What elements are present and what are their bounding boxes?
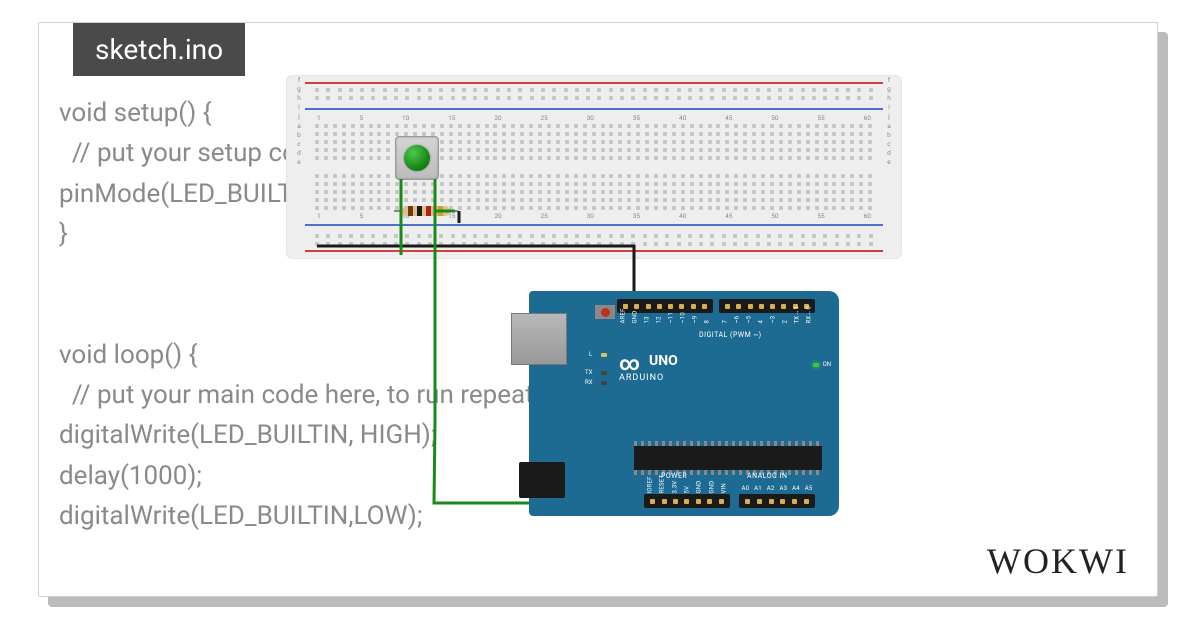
breadboard[interactable]: 151015202530354045505560 151015202530354… <box>286 75 902 259</box>
reset-button[interactable] <box>595 305 615 319</box>
digital-section-label: DIGITAL (PWM ~) <box>699 331 762 339</box>
power-rail-top-neg <box>305 108 883 110</box>
power-rail-top-pos <box>305 82 883 84</box>
resistor-band <box>417 206 422 216</box>
board-model-label: UNO <box>649 353 678 369</box>
usb-port <box>511 313 567 365</box>
row-letters: fghij <box>295 76 303 120</box>
editor-card: sketch.ino void setup() { // put your se… <box>38 22 1158 597</box>
row-letters: fghij <box>885 76 893 120</box>
row-letters: abcde <box>295 122 303 166</box>
code-line: digitalWrite(LED_BUILTIN,LOW); <box>59 501 422 531</box>
arduino-logo-icon: ∞ <box>619 351 640 375</box>
pin-labels-top-left: AREFGND1312~11~10~98 <box>617 315 713 322</box>
rx-led-icon <box>601 381 607 385</box>
on-led-label: ON <box>823 361 831 368</box>
atmega-chip <box>634 446 822 470</box>
wokwi-brand-label: WOKWI <box>987 540 1129 582</box>
analog-section-label: ANALOG IN <box>747 472 787 480</box>
header-power[interactable] <box>644 494 730 508</box>
breadboard-numbers-bot: 151015202530354045505560 <box>317 212 871 220</box>
resistor-band <box>438 206 443 216</box>
rail-dots <box>315 88 873 100</box>
power-rail-bot-pos <box>305 250 883 252</box>
file-tab[interactable]: sketch.ino <box>73 23 245 76</box>
resistor-band <box>408 206 413 216</box>
code-line: // put your main code here, to run repea… <box>59 380 587 410</box>
power-section-label: POWER <box>661 472 687 480</box>
pin-labels-top-right: 7~6~54~32TX→1RX←0 <box>719 315 815 322</box>
file-tab-label: sketch.ino <box>95 33 223 66</box>
code-line: void loop() { <box>59 340 197 370</box>
board-brand-label: ARDUINO <box>619 373 664 383</box>
header-top-right[interactable] <box>719 299 815 313</box>
pin-labels-power: IOREFRESET3.3V5VGNDGNDVIN <box>644 485 730 492</box>
code-line: delay(1000); <box>59 461 202 491</box>
rail-dots <box>315 234 873 246</box>
code-line: } <box>59 219 68 249</box>
power-rail-bot-neg <box>305 224 883 226</box>
row-letters: abcde <box>885 122 893 166</box>
rx-led-label: RX <box>585 379 592 386</box>
resistor-component[interactable] <box>402 206 450 216</box>
l-led-icon <box>601 353 607 357</box>
tx-led-label: TX <box>585 369 592 376</box>
breadboard-numbers-top: 151015202530354045505560 <box>317 114 871 122</box>
pin-labels-analog: A0A1A2A3A4A5 <box>739 485 815 492</box>
code-line: digitalWrite(LED_BUILTIN, HIGH); <box>59 420 436 450</box>
resistor-band <box>426 206 431 216</box>
tx-led-icon <box>601 371 607 375</box>
code-line: void setup() { <box>59 98 212 128</box>
power-jack <box>519 462 565 498</box>
header-analog[interactable] <box>739 494 815 508</box>
l-led-label: L <box>589 351 592 358</box>
pushbutton-component[interactable] <box>395 136 439 180</box>
arduino-uno-board[interactable]: AREFGND1312~11~10~98 7~6~54~32TX→1RX←0 I… <box>529 291 839 516</box>
on-led-icon <box>813 363 819 367</box>
